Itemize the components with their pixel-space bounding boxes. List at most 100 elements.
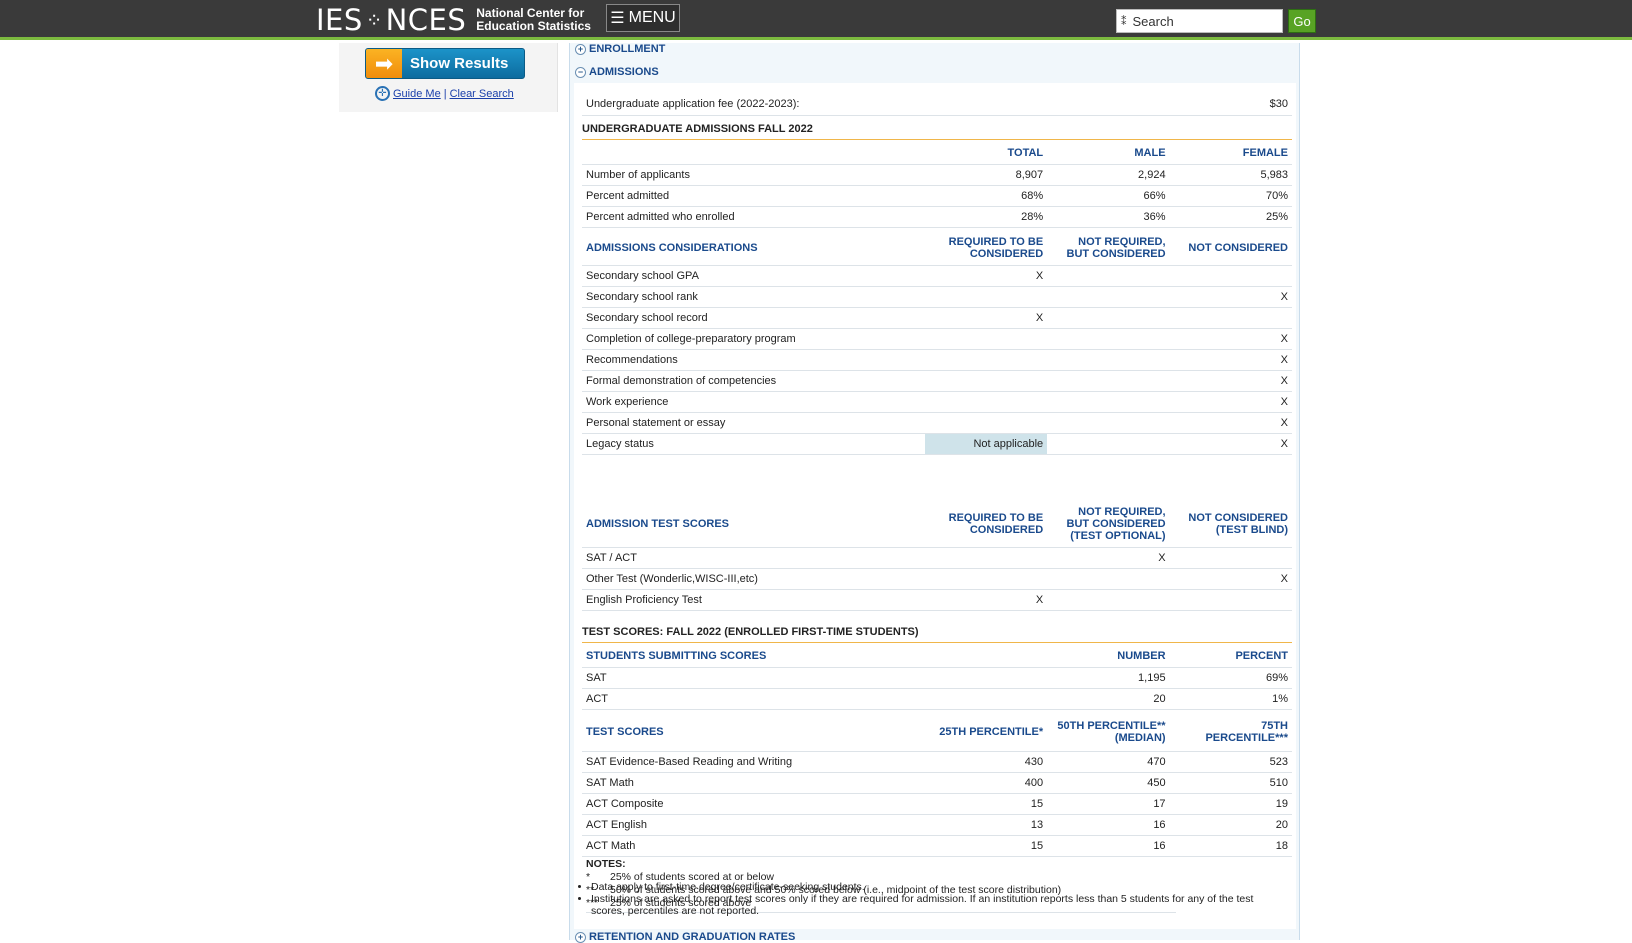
section-admissions-toggle[interactable]: − ADMISSIONS [575,66,659,78]
cell-female: 25% [1169,206,1292,228]
cell-required: X [924,589,1048,611]
table-header-row: ADMISSION TEST SCORES REQUIRED TO BE CONS… [582,501,1292,548]
table-row: Percent admitted 68% 66% 70% [582,185,1292,207]
menu-label: MENU [628,9,676,26]
tests-title: ADMISSION TEST SCORES [582,501,925,548]
cell-test-optional [1047,568,1170,590]
logo-tagline: National Center for Education Statistics [476,7,591,33]
header-50th: 50TH PERCENTILE** (MEDIAN) [1047,713,1170,752]
row-label: Legacy status [582,433,925,455]
table-row: Recommendations X [582,349,1292,371]
sidebar: ➡ Show Results ✛ Guide Me | Clear Search [339,43,558,112]
notes-title: NOTES: [586,858,626,870]
expand-plus-icon: + [575,43,586,55]
fall-admissions-table: TOTAL MALE FEMALE Number of applicants 8… [582,143,1292,228]
cell-required: X [924,307,1048,329]
cell-p50: 17 [1047,793,1170,815]
header-25th: 25TH PERCENTILE* [924,713,1048,752]
search-sparkle-icon: ⁑ [1121,15,1127,28]
cell-not-considered: X [1169,412,1292,434]
cell-required [924,568,1048,590]
table-row: ACT Math 15 16 18 [582,835,1292,857]
row-label: Other Test (Wonderlic,WISC-III,etc) [582,568,925,590]
table-row: Percent admitted who enrolled 28% 36% 25… [582,206,1292,228]
table-row: SAT Math 400 450 510 [582,772,1292,794]
expand-plus-icon: + [575,931,586,943]
table-header-row: TOTAL MALE FEMALE [582,143,1292,165]
row-label: ACT Math [582,835,925,857]
show-results-button[interactable]: ➡ Show Results [365,48,525,79]
bullet-item: Institutions are asked to report test sc… [591,893,1281,917]
table-row: Secondary school rank X [582,286,1292,308]
go-button[interactable]: Go [1288,9,1316,33]
row-label: Recommendations [582,349,925,371]
row-label: Secondary school GPA [582,265,925,287]
arrow-right-icon: ➡ [366,49,402,78]
table-row: Undergraduate application fee (2022-2023… [582,94,1292,116]
cell-p75: 20 [1169,814,1292,836]
cell-test-blind [1169,547,1292,569]
table-row: ACT English 13 16 20 [582,814,1292,836]
cell-p50: 450 [1047,772,1170,794]
ies-nces-logo[interactable]: IES ⁘ NCES National Center for Education… [316,3,591,37]
section-retention-toggle[interactable]: + RETENTION AND GRADUATION RATES [575,931,795,943]
row-label: Secondary school record [582,307,925,329]
table-header-row: STUDENTS SUBMITTING SCORES NUMBER PERCEN… [582,646,1292,668]
cell-male: 2,924 [1047,164,1170,186]
header-female: FEMALE [1169,143,1292,165]
header-number: NUMBER [1047,646,1170,668]
cell-not-required [1047,391,1170,413]
cell-p25: 400 [924,772,1048,794]
cell-not-considered: X [1169,328,1292,350]
separator: | [443,87,447,100]
scores-title: TEST SCORES [582,713,925,752]
table-header-row: ADMISSIONS CONSIDERATIONS REQUIRED TO BE… [582,231,1292,266]
cell-p75: 523 [1169,751,1292,773]
header-75th: 75TH PERCENTILE*** [1169,713,1292,752]
header-required: REQUIRED TO BE CONSIDERED [924,501,1048,548]
clear-search-link[interactable]: Clear Search [450,88,514,100]
cell-test-blind: X [1169,568,1292,590]
fee-label: Undergraduate application fee (2022-2023… [582,94,1217,116]
cell-number: 20 [1047,688,1170,710]
cell-not-considered: X [1169,370,1292,392]
table-row: Number of applicants 8,907 2,924 5,983 [582,164,1292,186]
section-enrollment-toggle[interactable]: + ENROLLMENT [575,43,665,55]
cell-male: 36% [1047,206,1170,228]
table-row: Work experience X [582,391,1292,413]
header-test-blind-line2: (TEST BLIND) [1215,523,1288,536]
cell-p75: 510 [1169,772,1292,794]
header-not-required: NOT REQUIRED, BUT CONSIDERED [1047,231,1170,266]
cell-not-considered: X [1169,286,1292,308]
cell-p25: 15 [924,835,1048,857]
header-total: TOTAL [924,143,1048,165]
section-retention-label: RETENTION AND GRADUATION RATES [589,931,796,943]
header-required-line2: CONSIDERED [969,247,1044,260]
table-row: Legacy status Not applicable X [582,433,1292,455]
guide-me-link[interactable]: Guide Me [393,88,441,100]
header-test-optional-line1: NOT REQUIRED, [1078,505,1166,518]
cell-percent: 69% [1169,667,1292,689]
cell-required [924,370,1048,392]
cell-p50: 16 [1047,835,1170,857]
cell-not-considered [1169,307,1292,329]
menu-button[interactable]: ☰ MENU [606,4,680,32]
header-50th-line1: 50TH PERCENTILE** [1057,719,1166,732]
admissions-panel: Undergraduate application fee (2022-2023… [574,83,1296,929]
cell-p25: 13 [924,814,1048,836]
row-label: SAT [582,667,1048,689]
cell-required [924,328,1048,350]
cell-p25: 15 [924,793,1048,815]
cell-not-required [1047,286,1170,308]
header-test-optional-line2: BUT CONSIDERED [1066,517,1166,530]
search-input[interactable]: ⁑ Search [1116,9,1283,33]
admission-test-scores-table: ADMISSION TEST SCORES REQUIRED TO BE CONS… [582,501,1292,611]
row-label: Percent admitted [582,185,925,207]
row-label: ACT [582,688,1048,710]
cell-total: 8,907 [924,164,1048,186]
header-required-line1: REQUIRED TO BE [948,235,1044,248]
cell-total: 28% [924,206,1048,228]
row-label: Percent admitted who enrolled [582,206,925,228]
table-row: Completion of college-preparatory progra… [582,328,1292,350]
header-75th-line2: PERCENTILE*** [1205,731,1288,744]
